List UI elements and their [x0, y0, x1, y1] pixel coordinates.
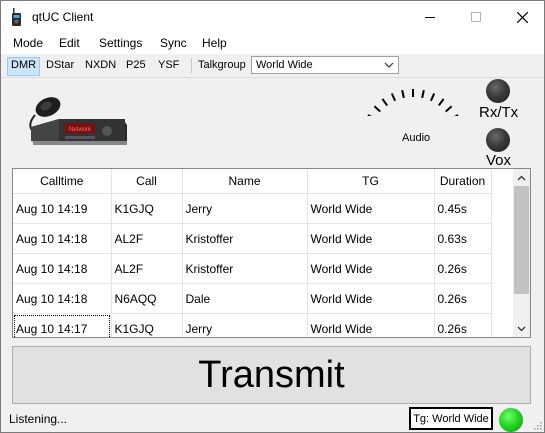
audio-meter-tick — [445, 105, 453, 113]
table-vertical-scrollbar[interactable] — [513, 169, 530, 337]
cell-name[interactable]: Kristoffer — [182, 223, 308, 254]
menu-sync[interactable]: Sync — [160, 36, 187, 50]
app-window: qtUC Client Mode Edit Settings Sync Help… — [0, 0, 545, 433]
menu-bar: Mode Edit Settings Sync Help — [1, 33, 544, 54]
scrollbar-thumb[interactable] — [514, 186, 529, 294]
cell-calltime[interactable]: Aug 10 14:18 — [13, 223, 112, 254]
mode-p25-button[interactable]: P25 — [123, 57, 149, 74]
column-header-tg[interactable]: TG — [307, 169, 435, 194]
transmit-button[interactable]: Transmit — [12, 346, 531, 404]
vox-led — [486, 128, 510, 152]
table-row[interactable]: Aug 10 14:19 K1GJQ Jerry World Wide 0.45… — [13, 193, 492, 224]
mode-ysf-button[interactable]: YSF — [155, 57, 182, 74]
audio-meter-tick — [421, 89, 425, 99]
maximize-icon — [471, 12, 481, 22]
minimize-button[interactable] — [407, 1, 453, 33]
cell-call[interactable]: N6AQQ — [111, 283, 183, 314]
status-text: Listening... — [9, 412, 68, 426]
call-log-table[interactable]: Calltime Call Name TG Duration Aug 10 14… — [12, 168, 531, 338]
cell-calltime[interactable]: Aug 10 14:19 — [13, 193, 112, 224]
column-header-duration[interactable]: Duration — [434, 169, 492, 194]
audio-meter-tick — [438, 98, 445, 106]
menu-mode[interactable]: Mode — [13, 36, 43, 50]
column-header-call[interactable]: Call — [111, 169, 183, 194]
talkgroup-selected-value: World Wide — [256, 59, 313, 71]
window-title: qtUC Client — [32, 10, 94, 24]
close-button[interactable] — [499, 1, 544, 33]
audio-level-meter — [367, 89, 459, 116]
title-bar: qtUC Client — [1, 1, 544, 33]
table-row[interactable]: Aug 10 14:18 N6AQQ Dale World Wide 0.26s — [13, 283, 492, 314]
audio-meter-tick — [429, 93, 436, 102]
cell-name[interactable]: Jerry — [182, 313, 308, 337]
mode-dstar-button[interactable]: DStar — [43, 57, 77, 74]
maximize-button[interactable] — [453, 1, 499, 33]
cell-tg[interactable]: World Wide — [307, 313, 435, 337]
cell-calltime[interactable]: Aug 10 14:18 — [13, 253, 112, 284]
close-icon — [516, 11, 528, 23]
talkgroup-status-badge: Tg: World Wide — [409, 407, 493, 430]
scroll-down-button[interactable] — [513, 320, 530, 337]
cell-tg[interactable]: World Wide — [307, 223, 435, 254]
cell-duration[interactable]: 0.26s — [434, 313, 492, 337]
menu-help[interactable]: Help — [202, 36, 227, 50]
cell-duration[interactable]: 0.26s — [434, 253, 492, 284]
mode-nxdn-button[interactable]: NXDN — [82, 57, 119, 74]
mode-dmr-button[interactable]: DMR — [7, 57, 41, 76]
table-row[interactable]: Aug 10 14:17 K1GJQ Jerry World Wide 0.26… — [13, 313, 492, 337]
cell-call[interactable]: AL2F — [111, 253, 183, 284]
cell-tg[interactable]: World Wide — [307, 283, 435, 314]
audio-meter-tick — [367, 114, 372, 116]
talkgroup-label: Talkgroup — [198, 59, 246, 71]
handheld-radio-icon — [12, 8, 21, 26]
audio-meter-tick — [390, 93, 397, 102]
cell-tg[interactable]: World Wide — [307, 253, 435, 284]
cell-duration[interactable]: 0.26s — [434, 283, 492, 314]
cell-call[interactable]: K1GJQ — [111, 193, 183, 224]
cell-duration[interactable]: 0.45s — [434, 193, 492, 224]
audio-meter-tick — [381, 98, 388, 106]
scroll-up-button[interactable] — [513, 169, 530, 186]
cell-call[interactable]: AL2F — [111, 223, 183, 254]
talkgroup-select[interactable]: World Wide — [251, 56, 399, 74]
chevron-up-icon — [517, 175, 526, 180]
minimize-icon — [425, 17, 435, 18]
table-header-row: Calltime Call Name TG Duration — [13, 169, 492, 194]
vox-label: Vox — [486, 152, 512, 169]
cell-calltime[interactable]: Aug 10 14:17 — [13, 313, 112, 337]
column-header-calltime[interactable]: Calltime — [13, 169, 112, 194]
column-header-name[interactable]: Name — [182, 169, 308, 194]
connection-status-led — [499, 408, 523, 432]
cell-name[interactable]: Kristoffer — [182, 253, 308, 284]
resize-grip-icon[interactable] — [532, 420, 542, 430]
audio-label: Audio — [402, 132, 431, 144]
mobile-radio-image: Network — [29, 97, 127, 145]
cell-call[interactable]: K1GJQ — [111, 313, 183, 337]
cell-duration[interactable]: 0.63s — [434, 223, 492, 254]
audio-meter-tick — [373, 105, 381, 113]
chevron-down-icon — [517, 326, 526, 331]
mode-toolbar: DMR DStar NXDN P25 YSF Talkgroup World W… — [1, 54, 544, 78]
chevron-down-icon — [384, 62, 394, 68]
table-row[interactable]: Aug 10 14:18 AL2F Kristoffer World Wide … — [13, 253, 492, 284]
table-row[interactable]: Aug 10 14:18 AL2F Kristoffer World Wide … — [13, 223, 492, 254]
rxtx-led — [486, 79, 510, 103]
menu-settings[interactable]: Settings — [99, 36, 142, 50]
audio-meter-tick — [401, 89, 405, 99]
cell-name[interactable]: Jerry — [182, 193, 308, 224]
cell-calltime[interactable]: Aug 10 14:18 — [13, 283, 112, 314]
toolbar-separator — [191, 58, 192, 73]
menu-edit[interactable]: Edit — [59, 36, 80, 50]
radio-display-text: Network — [69, 127, 92, 133]
cell-name[interactable]: Dale — [182, 283, 308, 314]
cell-tg[interactable]: World Wide — [307, 193, 435, 224]
rxtx-label: Rx/Tx — [479, 104, 519, 121]
audio-meter-tick — [454, 114, 459, 116]
